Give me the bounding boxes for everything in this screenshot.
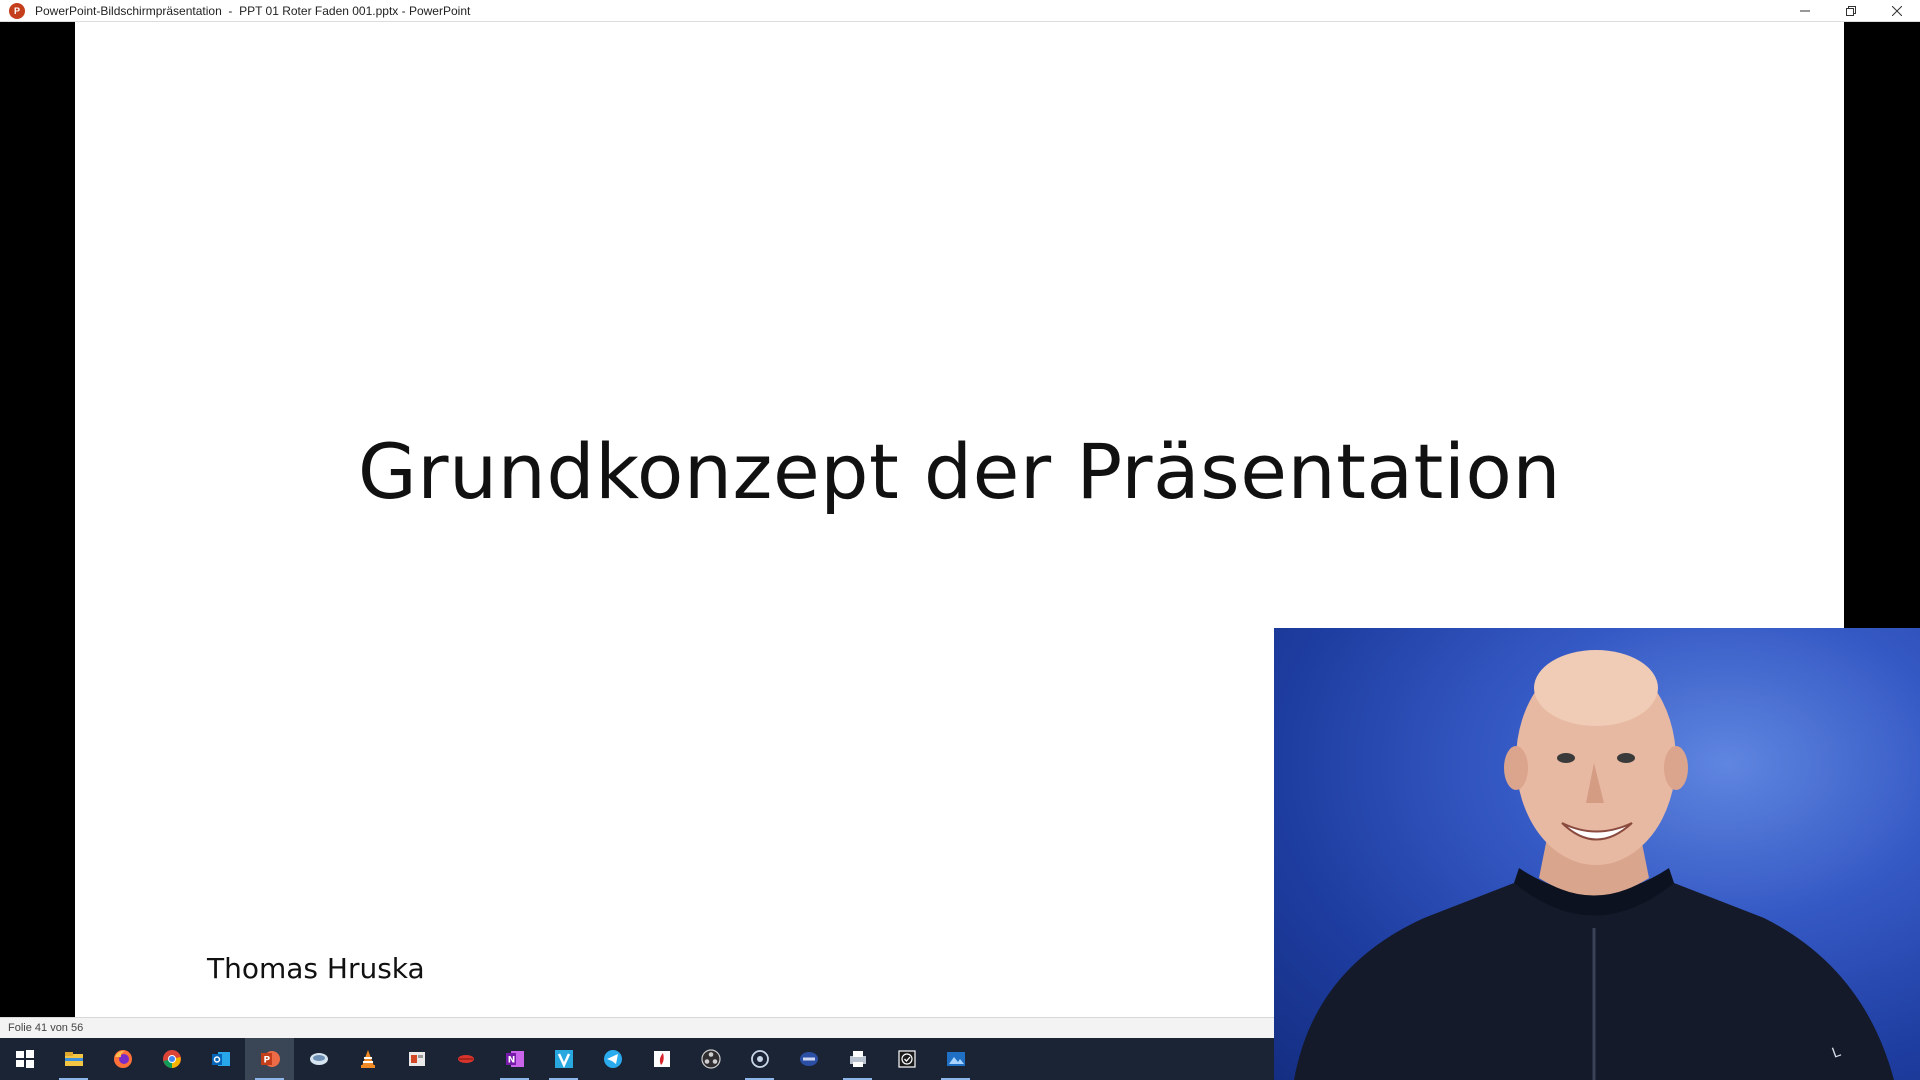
taskbar-photos[interactable] [931,1038,980,1080]
powerpoint-icon: P [9,2,25,19]
presenter-video: L [1294,650,1894,1080]
taskbar-snagit[interactable] [294,1038,343,1080]
webcam-overlay: L [1274,628,1920,1080]
svg-text:P: P [263,1056,270,1066]
screenshot-tool-icon [408,1052,425,1066]
onenote-icon: N [505,1051,524,1067]
restore-button[interactable] [1828,0,1874,22]
circle-app-icon [750,1050,769,1068]
taskbar-vlc[interactable] [343,1038,392,1080]
svg-text:N: N [507,1056,515,1066]
vlc-icon [360,1050,375,1068]
file-explorer-icon [64,1052,83,1066]
snagit-icon [309,1053,328,1065]
taskbar-chrome[interactable] [147,1038,196,1080]
taskbar-lips-app[interactable] [441,1038,490,1080]
outlook-icon [211,1052,230,1066]
taskbar-printer[interactable] [833,1038,882,1080]
minimize-button[interactable] [1782,0,1828,22]
lips-app-icon [457,1055,474,1063]
telegram-icon [603,1050,622,1068]
window-controls [1782,0,1920,22]
slide-author: Thomas Hruska [207,952,425,985]
printer-icon [849,1051,866,1067]
powerpoint-icon: P [260,1051,280,1067]
checklist-app-icon [897,1050,916,1068]
firefox-icon [113,1050,132,1068]
slide-title: Grundkonzept der Präsentation [357,427,1562,516]
taskbar-red-app[interactable] [637,1038,686,1080]
window-titlebar: P PowerPoint-Bildschirmpräsentation - PP… [0,0,1920,22]
blue-app-icon [799,1052,818,1066]
window-title: PowerPoint-Bildschirmpräsentation - PPT … [35,3,471,18]
taskbar-file-explorer[interactable] [49,1038,98,1080]
screen: P PowerPoint-Bildschirmpräsentation - PP… [0,0,1920,1080]
chrome-icon [162,1050,181,1068]
taskbar-firefox[interactable] [98,1038,147,1080]
close-button[interactable] [1874,0,1920,22]
restore-icon [1846,6,1856,16]
taskbar-onenote[interactable]: N [490,1038,539,1080]
taskbar-circle-app[interactable] [735,1038,784,1080]
close-icon [1892,6,1902,16]
taskbar-outlook[interactable] [196,1038,245,1080]
taskbar-powerpoint[interactable]: P [245,1038,294,1080]
minimize-icon [1800,10,1810,12]
obs-studio-icon [700,1049,721,1069]
taskbar-checklist-app[interactable] [882,1038,931,1080]
slide-counter: Folie 41 von 56 [8,1022,84,1034]
taskbar-obs-studio[interactable] [686,1038,735,1080]
taskbar-vectorworks[interactable] [539,1038,588,1080]
windows-start-icon [15,1050,34,1068]
status-bar: Folie 41 von 56 [0,1017,1274,1038]
vectorworks-icon [554,1050,573,1069]
photos-icon [946,1052,965,1066]
taskbar-telegram[interactable] [588,1038,637,1080]
red-app-icon [653,1051,670,1067]
taskbar-blue-app[interactable] [784,1038,833,1080]
taskbar-screenshot-tool[interactable] [392,1038,441,1080]
taskbar-start[interactable] [0,1038,49,1080]
